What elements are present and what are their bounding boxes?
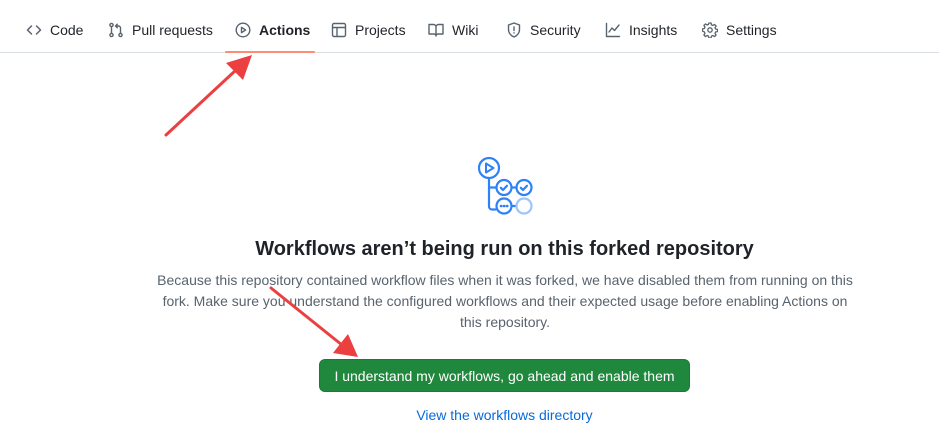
play-icon — [235, 22, 251, 38]
tab-insights[interactable]: Insights — [605, 12, 677, 48]
blankslate-description: Because this repository contained workfl… — [157, 272, 853, 330]
tab-pull-requests-label: Pull requests — [132, 22, 213, 38]
book-icon — [428, 22, 444, 38]
table-icon — [331, 22, 347, 38]
tab-wiki-label: Wiki — [452, 22, 479, 38]
tab-code[interactable]: Code — [26, 12, 83, 48]
tab-actions[interactable]: Actions — [235, 12, 310, 48]
workflow-graph-icon — [477, 156, 533, 215]
enable-workflows-button[interactable]: I understand my workflows, go ahead and … — [319, 359, 690, 392]
repo-nav: Code Pull requests Actions Projects Wiki — [0, 0, 939, 53]
code-icon — [26, 22, 42, 38]
shield-icon — [506, 22, 522, 38]
tab-pull-requests[interactable]: Pull requests — [108, 12, 213, 48]
gear-icon — [702, 22, 718, 38]
tab-insights-label: Insights — [629, 22, 678, 38]
tab-projects-label: Projects — [355, 22, 406, 38]
tab-wiki[interactable]: Wiki — [428, 12, 478, 48]
blankslate-title: Workflows aren’t being run on this forke… — [255, 238, 754, 260]
tab-security-label: Security — [530, 22, 581, 38]
annotation-arrow-to-actions — [164, 55, 252, 137]
tab-actions-label: Actions — [259, 22, 311, 38]
selected-tab-underline — [225, 51, 315, 53]
view-workflows-directory-link[interactable]: View the workflows directory — [0, 407, 939, 423]
tab-security[interactable]: Security — [506, 12, 581, 48]
tab-projects[interactable]: Projects — [331, 12, 406, 48]
tab-code-label: Code — [50, 22, 84, 38]
git-pull-request-icon — [108, 22, 124, 38]
actions-page: Code Pull requests Actions Projects Wiki — [0, 0, 939, 448]
tab-settings[interactable]: Settings — [702, 12, 777, 48]
graph-icon — [605, 22, 621, 38]
tab-settings-label: Settings — [726, 22, 777, 38]
